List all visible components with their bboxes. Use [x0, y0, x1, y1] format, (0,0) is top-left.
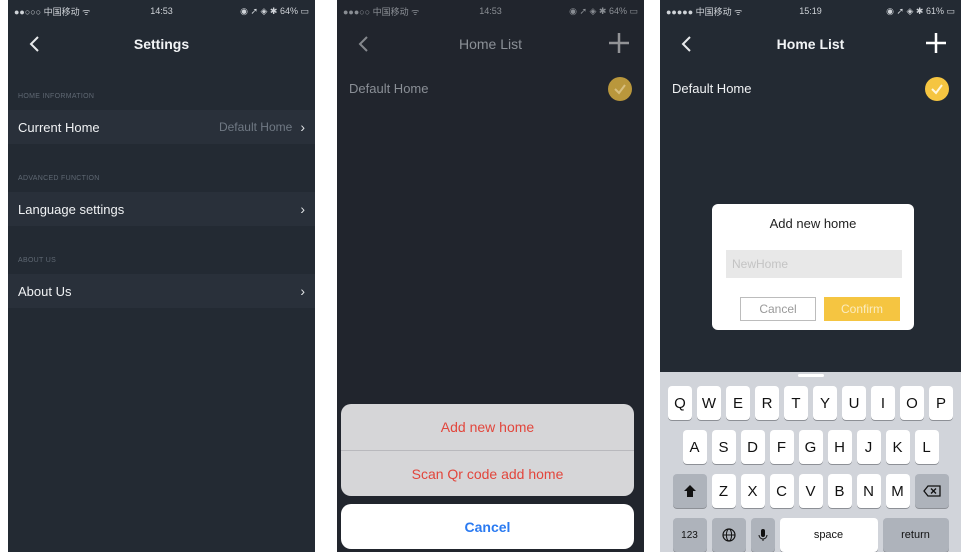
home-list-action-screen: ●●●○○ 中国移动 ᯤ 14:53 ◉ ➚ ◈ ✱ 64% ▭ Home Li… [337, 0, 644, 552]
globe-icon[interactable] [711, 518, 746, 552]
home-name-input[interactable] [726, 250, 902, 278]
key-v[interactable]: V [798, 474, 823, 508]
nav-bar: Settings [8, 22, 315, 66]
settings-screen: ●●○○○ 中国移动 ᯤ 14:53 ◉ ➚ ◈ ✱ 64% ▭ Setting… [8, 0, 315, 552]
key-x[interactable]: X [740, 474, 765, 508]
space-key[interactable]: space [779, 518, 878, 552]
nav-bar: Home List [337, 22, 644, 66]
add-new-home-button[interactable]: Add new home [341, 404, 634, 450]
numbers-key[interactable]: 123 [672, 518, 707, 552]
keyboard-row-4: 123 space return [660, 518, 961, 552]
shift-icon[interactable] [672, 474, 707, 508]
dialog-title: Add new home [769, 216, 857, 231]
home-name: Default Home [349, 80, 429, 96]
row-label: About Us [18, 283, 72, 299]
key-j[interactable]: J [856, 430, 881, 464]
add-home-dialog: Add new home Cancel Confirm [712, 204, 914, 330]
checkmark-icon [608, 77, 632, 101]
status-battery: ◉ ➚ ◈ ✱ 61% ▭ [886, 5, 955, 16]
chevron-right-icon: › [300, 119, 305, 135]
delete-icon[interactable] [914, 474, 949, 508]
status-carrier: ●●○○○ 中国移动 ᯤ [14, 6, 91, 17]
row-label: Language settings [18, 201, 125, 217]
status-time: 14:53 [479, 6, 502, 16]
key-s[interactable]: S [711, 430, 736, 464]
return-key[interactable]: return [882, 518, 949, 552]
key-b[interactable]: B [827, 474, 852, 508]
back-chevron-icon[interactable] [349, 30, 377, 58]
action-sheet: Add new home Scan Qr code add home [341, 404, 634, 496]
key-t[interactable]: T [784, 386, 808, 420]
row-label: Current Home [18, 119, 100, 135]
keyboard-row-2: ASDFGHJKL [660, 430, 961, 464]
back-chevron-icon[interactable] [20, 30, 48, 58]
key-q[interactable]: Q [668, 386, 692, 420]
key-g[interactable]: G [798, 430, 823, 464]
dialog-cancel-button[interactable]: Cancel [740, 297, 816, 321]
page-title: Settings [133, 36, 190, 52]
home-list-item[interactable]: Default Home [660, 66, 961, 110]
cancel-button[interactable]: Cancel [341, 504, 634, 549]
language-settings-row[interactable]: Language settings › [8, 192, 315, 226]
status-battery: ◉ ➚ ◈ ✱ 64% ▭ [240, 5, 309, 16]
section-header-about-us: ABOUT US [18, 256, 57, 264]
back-chevron-icon[interactable] [672, 30, 700, 58]
dialog-confirm-button[interactable]: Confirm [824, 297, 900, 321]
key-r[interactable]: R [755, 386, 779, 420]
chevron-right-icon: › [300, 201, 305, 217]
plus-icon[interactable] [604, 28, 634, 58]
keyboard-row-1: QWERTYUIOP [660, 386, 961, 420]
key-u[interactable]: U [842, 386, 866, 420]
keyboard: QWERTYUIOP ASDFGHJKL ZXCVBNM 123 space r… [660, 372, 961, 552]
status-bar: ●●○○○ 中国移动 ᯤ 14:53 ◉ ➚ ◈ ✱ 64% ▭ [8, 0, 315, 22]
key-f[interactable]: F [769, 430, 794, 464]
scan-qr-code-button[interactable]: Scan Qr code add home [341, 450, 634, 496]
key-h[interactable]: H [827, 430, 852, 464]
chevron-right-icon: › [300, 283, 305, 299]
home-name: Default Home [672, 80, 752, 96]
key-o[interactable]: O [900, 386, 924, 420]
keyboard-handle [797, 374, 824, 377]
key-a[interactable]: A [682, 430, 707, 464]
current-home-row[interactable]: Current Home Default Home › [8, 110, 315, 144]
key-l[interactable]: L [914, 430, 939, 464]
about-us-row[interactable]: About Us › [8, 274, 315, 308]
keyboard-row-3: ZXCVBNM [660, 474, 961, 508]
section-header-advanced-function: ADVANCED FUNCTION [18, 174, 100, 182]
key-i[interactable]: I [871, 386, 895, 420]
microphone-icon[interactable] [750, 518, 775, 552]
key-e[interactable]: E [726, 386, 750, 420]
nav-bar: Home List [660, 22, 961, 66]
status-time: 14:53 [150, 6, 173, 16]
status-time: 15:19 [799, 6, 822, 16]
status-bar: ●●●○○ 中国移动 ᯤ 14:53 ◉ ➚ ◈ ✱ 64% ▭ [337, 0, 644, 22]
key-d[interactable]: D [740, 430, 765, 464]
key-z[interactable]: Z [711, 474, 736, 508]
status-carrier: ●●●●● 中国移动 ᯤ [666, 6, 743, 17]
key-n[interactable]: N [856, 474, 881, 508]
key-c[interactable]: C [769, 474, 794, 508]
key-p[interactable]: P [929, 386, 953, 420]
add-home-dialog-screen: ●●●●● 中国移动 ᯤ 15:19 ◉ ➚ ◈ ✱ 61% ▭ Home Li… [660, 0, 961, 552]
status-battery: ◉ ➚ ◈ ✱ 64% ▭ [569, 5, 638, 16]
page-title: Home List [458, 36, 523, 52]
status-bar: ●●●●● 中国移动 ᯤ 15:19 ◉ ➚ ◈ ✱ 61% ▭ [660, 0, 961, 22]
key-w[interactable]: W [697, 386, 721, 420]
key-k[interactable]: K [885, 430, 910, 464]
section-header-home-information: HOME INFORMATION [18, 92, 95, 100]
plus-icon[interactable] [921, 28, 951, 58]
key-m[interactable]: M [885, 474, 910, 508]
keyboard-letters: ZXCVBNM [711, 474, 910, 508]
row-value: Default Home [218, 120, 293, 134]
checkmark-icon [925, 77, 949, 101]
page-title: Home List [776, 36, 845, 52]
home-list-item[interactable]: Default Home [337, 66, 644, 110]
key-y[interactable]: Y [813, 386, 837, 420]
status-carrier: ●●●○○ 中国移动 ᯤ [343, 6, 420, 17]
